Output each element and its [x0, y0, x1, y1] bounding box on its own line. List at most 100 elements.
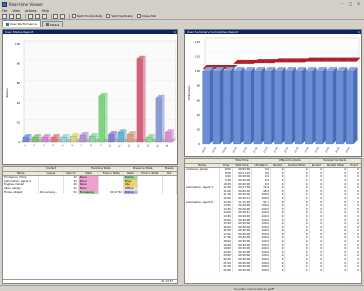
row-total-time: 00:30:00 [232, 268, 253, 273]
new-icon[interactable] [2, 13, 7, 19]
y-tick-label: 140 [195, 40, 200, 44]
window-controls: – □ ✕ [338, 1, 362, 7]
user-summary-panel: User Summary Cumulative Report × Utilizat… [184, 29, 362, 157]
close-tab-icon [136, 14, 141, 18]
bar [98, 95, 105, 143]
bar [325, 71, 334, 145]
row-name [185, 268, 221, 273]
bar [60, 136, 67, 143]
open-icon[interactable] [9, 13, 14, 19]
y-tick-label: 80 [17, 62, 21, 66]
split-horizontal-button[interactable]: Split Horizontally [71, 14, 103, 18]
bar [294, 71, 303, 145]
y-tick-label: 40 [197, 113, 201, 117]
user-status-panel: User Status Report × Status 0 20 40 60 80 100 1 2… [2, 29, 178, 165]
user-status-chart: Status0204060801001 2 3 4 5 6 7 8 9 10 11 12 13 14 15 1… [5, 40, 177, 148]
bar [51, 136, 58, 143]
row-user-id: 51 [63, 190, 79, 195]
vertical-splitter[interactable] [180, 30, 183, 285]
menu-file[interactable]: File [2, 9, 7, 13]
row-handling-time: 00:27:54 [98, 190, 124, 195]
row-time: 22:00 [219, 268, 233, 273]
x-tick-label: 12:00 [283, 146, 289, 153]
cut-icon[interactable] [27, 13, 33, 19]
footer-total: 01:14:57 [161, 280, 173, 283]
report-icon [45, 23, 49, 26]
row-presence-state: Online [123, 190, 138, 195]
save-icon[interactable] [16, 13, 21, 19]
tab-status[interactable]: Status [41, 21, 64, 27]
tab-label: Status [49, 22, 60, 27]
toolbar-separator [50, 13, 52, 19]
bar [212, 71, 221, 145]
app-icon [2, 1, 7, 7]
y-axis-label: Status [5, 88, 9, 98]
x-tick-label: 14 [146, 143, 150, 147]
menu-help[interactable]: Help [42, 9, 49, 13]
bar [70, 136, 77, 143]
x-tick-label: 16 [165, 143, 169, 147]
print-icon[interactable] [53, 13, 59, 19]
column-header[interactable]: Routed Other [284, 163, 310, 169]
window-title: Real-time Viewer [9, 1, 43, 7]
y-tick-label: 60 [17, 81, 21, 85]
column-header[interactable]: Routed Other [323, 163, 349, 169]
column-header[interactable]: Time in State [98, 171, 124, 177]
copy-icon[interactable] [34, 13, 40, 19]
close-icon[interactable]: ✕ [355, 1, 362, 7]
bar [233, 71, 241, 145]
x-tick-label: 10:30 [253, 146, 259, 153]
split-horizontal-label: Split Horizontally [76, 14, 103, 18]
row-direct: 0 [347, 268, 361, 273]
tab-strip: User Performance Status [0, 20, 364, 27]
table-row[interactable]: 22:00 00:30:00 100.0 0 0 0 0 0 [185, 268, 361, 273]
table-row[interactable]: Flores, Abigail Non-emerg... 51 Processing 0… [3, 190, 177, 195]
x-tick-label: 10:00 [242, 146, 248, 153]
menu-view[interactable]: View [12, 9, 20, 13]
tab-user-performance[interactable]: User Performance [2, 20, 41, 27]
close-tab-label: Close Tab [141, 14, 156, 18]
column-header[interactable]: Utilization [251, 163, 271, 169]
bar-side [353, 67, 358, 144]
bar [79, 135, 86, 143]
status-bar: Counter connected to gwff [0, 285, 364, 291]
y-tick-label: 0 [198, 142, 200, 146]
bar [243, 71, 251, 145]
bar [165, 132, 172, 143]
bar [108, 134, 115, 143]
x-tick-label: 11:00 [263, 146, 269, 153]
row-breaks [162, 190, 177, 195]
maximize-icon[interactable]: □ [347, 1, 354, 7]
bar-side [104, 92, 108, 142]
bar-side [142, 55, 146, 143]
split-vertical-button[interactable]: Split Vertically [106, 14, 133, 18]
x-tick-label: 10 [108, 143, 112, 147]
minimize-icon[interactable]: – [339, 1, 346, 7]
title-bar: Real-time Viewer – □ ✕ [0, 0, 364, 8]
y-axis-label: Utilization [187, 85, 191, 100]
x-tick-label: 9 [99, 143, 103, 146]
paste-icon[interactable] [41, 13, 47, 19]
x-tick-label: 4 [52, 143, 56, 146]
bar [202, 71, 210, 145]
x-tick-label: 6 [71, 143, 75, 146]
x-tick-label: 15 [156, 143, 160, 147]
bar [22, 136, 29, 143]
split-vertical-label: Split Vertically [111, 14, 133, 18]
bar [346, 71, 354, 145]
x-tick-label: 12:30 [294, 146, 300, 153]
user-summary-chart: Utilization 0 20 40 60 80 100 120 140 08:00 08:30 0… [187, 37, 361, 153]
user-status-grid: Contact Handling State Presence State Br… [2, 166, 178, 284]
user-summary-grid: Total Time Offered Contacts Handled Cont… [184, 158, 362, 284]
toolbar: Split Horizontally Split Vertically Clos… [0, 13, 364, 20]
column-header[interactable]: Total Time [232, 163, 253, 169]
refresh-icon[interactable] [60, 13, 66, 19]
row-handled-routed: 0 [309, 268, 325, 273]
bar [264, 71, 272, 145]
row-offered-routed: 0 [270, 268, 286, 273]
x-tick-label: 7 [80, 143, 84, 146]
menu-actions[interactable]: Actions [25, 9, 37, 13]
bar-side [161, 94, 165, 142]
x-tick-label: 5 [61, 143, 65, 146]
close-tab-button[interactable]: Close Tab [136, 14, 156, 18]
